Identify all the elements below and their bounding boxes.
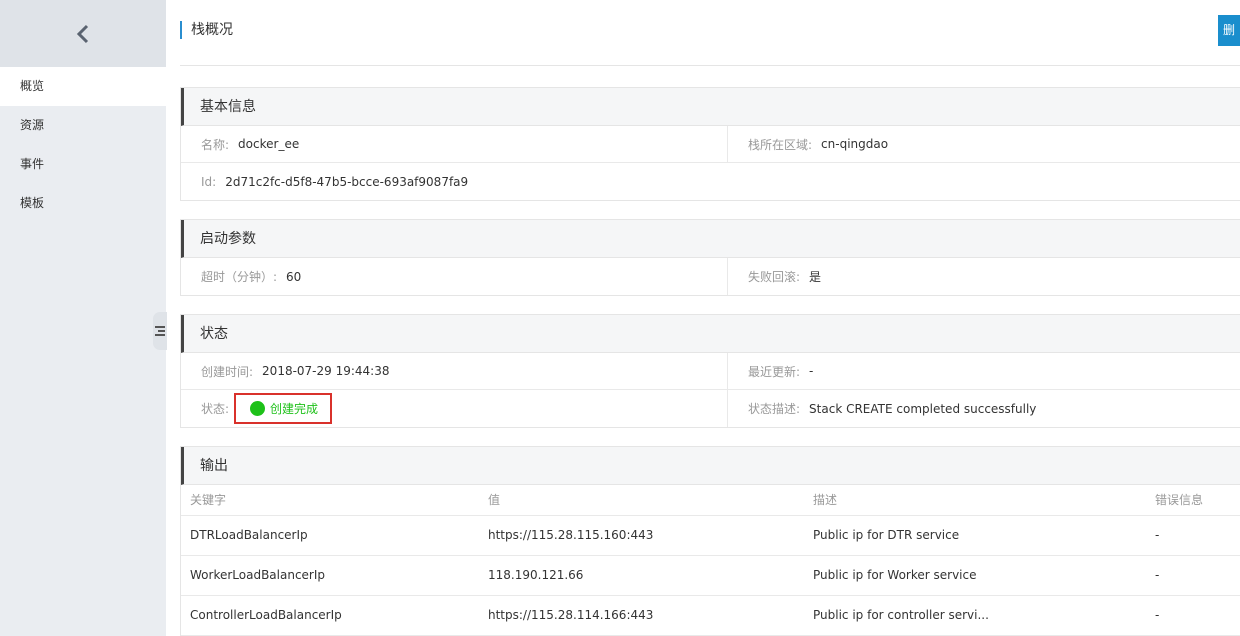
id-label: Id: bbox=[201, 174, 217, 189]
info-row: Id: 2d71c2fc-d5f8-47b5-bcce-693af9087fa9 bbox=[181, 163, 1240, 200]
status-dot-icon bbox=[250, 401, 266, 416]
main-content: 栈概况 删 基本信息 名称: docker_ee 栈所在区域: cn-qingd… bbox=[180, 0, 1240, 636]
info-row: 名称: docker_ee 栈所在区域: cn-qingdao bbox=[181, 126, 1240, 163]
timeout-label: 超时（分钟）: bbox=[201, 270, 278, 284]
status-desc-label: 状态描述: bbox=[748, 402, 801, 416]
rollback-value: 是 bbox=[809, 270, 822, 284]
section-title: 输出 bbox=[181, 447, 1240, 485]
id-value: 2d71c2fc-d5f8-47b5-bcce-693af9087fa9 bbox=[225, 174, 469, 189]
timeout-value: 60 bbox=[286, 269, 302, 284]
sidebar-item-overview[interactable]: 概览 bbox=[0, 67, 166, 106]
sidebar-collapse-button[interactable] bbox=[153, 312, 167, 350]
column-error: 错误信息 bbox=[1146, 485, 1240, 516]
page-header: 栈概况 删 bbox=[180, 0, 1240, 66]
section-title: 状态 bbox=[181, 315, 1240, 353]
info-row: 超时（分钟）: 60 失败回滚: 是 bbox=[181, 258, 1240, 295]
updated-value: - bbox=[809, 364, 814, 378]
status-section: 状态 创建时间: 2018-07-29 19:44:38 最近更新: - 状态:… bbox=[180, 314, 1240, 428]
status-label: 状态: bbox=[201, 402, 230, 416]
page-title: 栈概况 bbox=[180, 21, 233, 39]
outputs-table: 关键字 值 描述 错误信息 DTRLoadBalancerIp https://… bbox=[181, 485, 1240, 636]
updated-label: 最近更新: bbox=[748, 364, 801, 379]
name-label: 名称: bbox=[201, 137, 230, 152]
column-key: 关键字 bbox=[181, 485, 479, 516]
column-value: 值 bbox=[479, 485, 804, 516]
name-value: docker_ee bbox=[238, 137, 300, 151]
status-value: 创建完成 bbox=[270, 402, 319, 416]
section-title: 基本信息 bbox=[181, 88, 1240, 126]
table-row: ControllerLoadBalancerIp https://115.28.… bbox=[181, 595, 1240, 636]
basic-info-section: 基本信息 名称: docker_ee 栈所在区域: cn-qingdao Id:… bbox=[180, 87, 1240, 201]
sidebar: 概览 资源 事件 模板 bbox=[0, 0, 166, 636]
status-highlight: 创建完成 bbox=[234, 393, 333, 424]
section-title: 启动参数 bbox=[181, 220, 1240, 258]
region-label: 栈所在区域: bbox=[748, 137, 813, 152]
info-row: 创建时间: 2018-07-29 19:44:38 最近更新: - bbox=[181, 353, 1240, 390]
table-row: WorkerLoadBalancerIp 118.190.121.66 Publ… bbox=[181, 555, 1240, 596]
info-row: 状态: 创建完成 状态描述: Stack CREATE completed su… bbox=[181, 390, 1240, 427]
sidebar-item-resources[interactable]: 资源 bbox=[0, 106, 166, 145]
delete-button[interactable]: 删 bbox=[1218, 15, 1240, 46]
launch-params-section: 启动参数 超时（分钟）: 60 失败回滚: 是 bbox=[180, 219, 1240, 296]
outputs-section: 输出 关键字 值 描述 错误信息 DTRLoadBalancerIp https… bbox=[180, 446, 1240, 636]
column-description: 描述 bbox=[804, 485, 1146, 516]
status-desc-value: Stack CREATE completed successfully bbox=[809, 401, 1037, 416]
created-label: 创建时间: bbox=[201, 364, 254, 379]
back-button[interactable] bbox=[0, 0, 166, 67]
table-row: DTRLoadBalancerIp https://115.28.115.160… bbox=[181, 515, 1240, 556]
region-value: cn-qingdao bbox=[821, 137, 889, 151]
rollback-label: 失败回滚: bbox=[748, 270, 801, 284]
table-header: 关键字 值 描述 错误信息 bbox=[181, 485, 1240, 516]
chevron-left-icon bbox=[76, 24, 89, 43]
sidebar-item-events[interactable]: 事件 bbox=[0, 145, 166, 184]
sidebar-item-template[interactable]: 模板 bbox=[0, 184, 166, 223]
created-value: 2018-07-29 19:44:38 bbox=[262, 364, 390, 378]
menu-collapse-icon bbox=[155, 326, 165, 336]
